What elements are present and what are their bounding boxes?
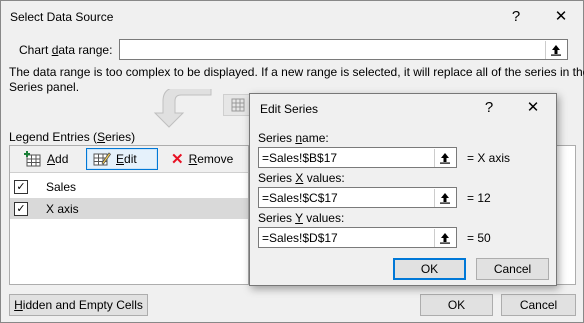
edit-series-ok-button[interactable]: OK [393, 258, 466, 280]
edit-series-close-button[interactable]: ✕ [518, 96, 548, 120]
legend-list: ✓ Sales ✓ X axis [10, 176, 248, 282]
name-range-picker-button[interactable] [434, 149, 455, 167]
legend-entries-panel: Add Edit ✕ Remove ✓ Sales ✓ X axis [9, 145, 249, 285]
list-item[interactable]: ✓ X axis [10, 198, 248, 219]
remove-series-button[interactable]: ✕ Remove [165, 148, 239, 170]
legend-entries-label: Legend Entries (Series) [9, 130, 136, 144]
series-y-values-preview: = 50 [467, 231, 491, 245]
series-y-values-input[interactable]: =Sales!$D$17 [258, 227, 457, 248]
table-grid-icon [231, 98, 245, 112]
chart-data-range-label: Chart data range: [19, 43, 113, 57]
add-series-button[interactable]: Add [18, 148, 74, 170]
remove-x-icon: ✕ [171, 151, 184, 168]
add-table-icon [24, 151, 41, 167]
range-message-line1: The data range is too complex to be disp… [9, 65, 584, 79]
collapse-arrow-icon [440, 233, 450, 244]
chart-data-range-input[interactable] [119, 39, 568, 60]
series-x-values-input[interactable]: =Sales!$C$17 [258, 187, 457, 208]
series-y-values-label: Series Y values: [258, 211, 345, 225]
legend-toolbar: Add Edit ✕ Remove [10, 146, 248, 173]
list-item[interactable]: ✓ Sales [10, 176, 248, 197]
cancel-button[interactable]: Cancel [501, 294, 576, 316]
edit-table-icon [93, 152, 111, 166]
checkbox[interactable]: ✓ [14, 180, 28, 194]
collapse-arrow-icon [440, 193, 450, 204]
series-label: Sales [46, 180, 77, 194]
series-x-values-preview: = 12 [467, 191, 491, 205]
ok-button[interactable]: OK [420, 294, 493, 316]
range-picker-button[interactable] [545, 41, 566, 59]
y-range-picker-button[interactable] [434, 229, 455, 247]
collapse-arrow-icon [440, 153, 450, 164]
checkbox[interactable]: ✓ [14, 202, 28, 216]
edit-series-button[interactable]: Edit [86, 148, 158, 170]
series-name-label: Series name: [258, 131, 329, 145]
collapse-arrow-icon [551, 45, 561, 56]
edit-series-title: Edit Series [260, 102, 319, 116]
x-range-picker-button[interactable] [434, 189, 455, 207]
series-name-preview: = X axis [467, 151, 511, 165]
dialog-title: Select Data Source [10, 10, 114, 24]
help-button[interactable]: ? [501, 5, 531, 29]
edit-series-dialog: Edit Series ? ✕ Series name: =Sales!$B$1… [249, 93, 557, 286]
close-button[interactable]: ✕ [546, 5, 576, 29]
series-label: X axis [46, 202, 79, 216]
edit-series-help-button[interactable]: ? [474, 96, 504, 120]
hidden-empty-cells-button[interactable]: Hidden and Empty Cells [9, 294, 148, 316]
range-message-line2: Series panel. [9, 80, 80, 94]
series-name-input[interactable]: =Sales!$B$17 [258, 147, 457, 168]
switch-row-column-arrow-icon [153, 89, 212, 128]
edit-series-cancel-button[interactable]: Cancel [476, 258, 549, 280]
series-x-values-label: Series X values: [258, 171, 345, 185]
